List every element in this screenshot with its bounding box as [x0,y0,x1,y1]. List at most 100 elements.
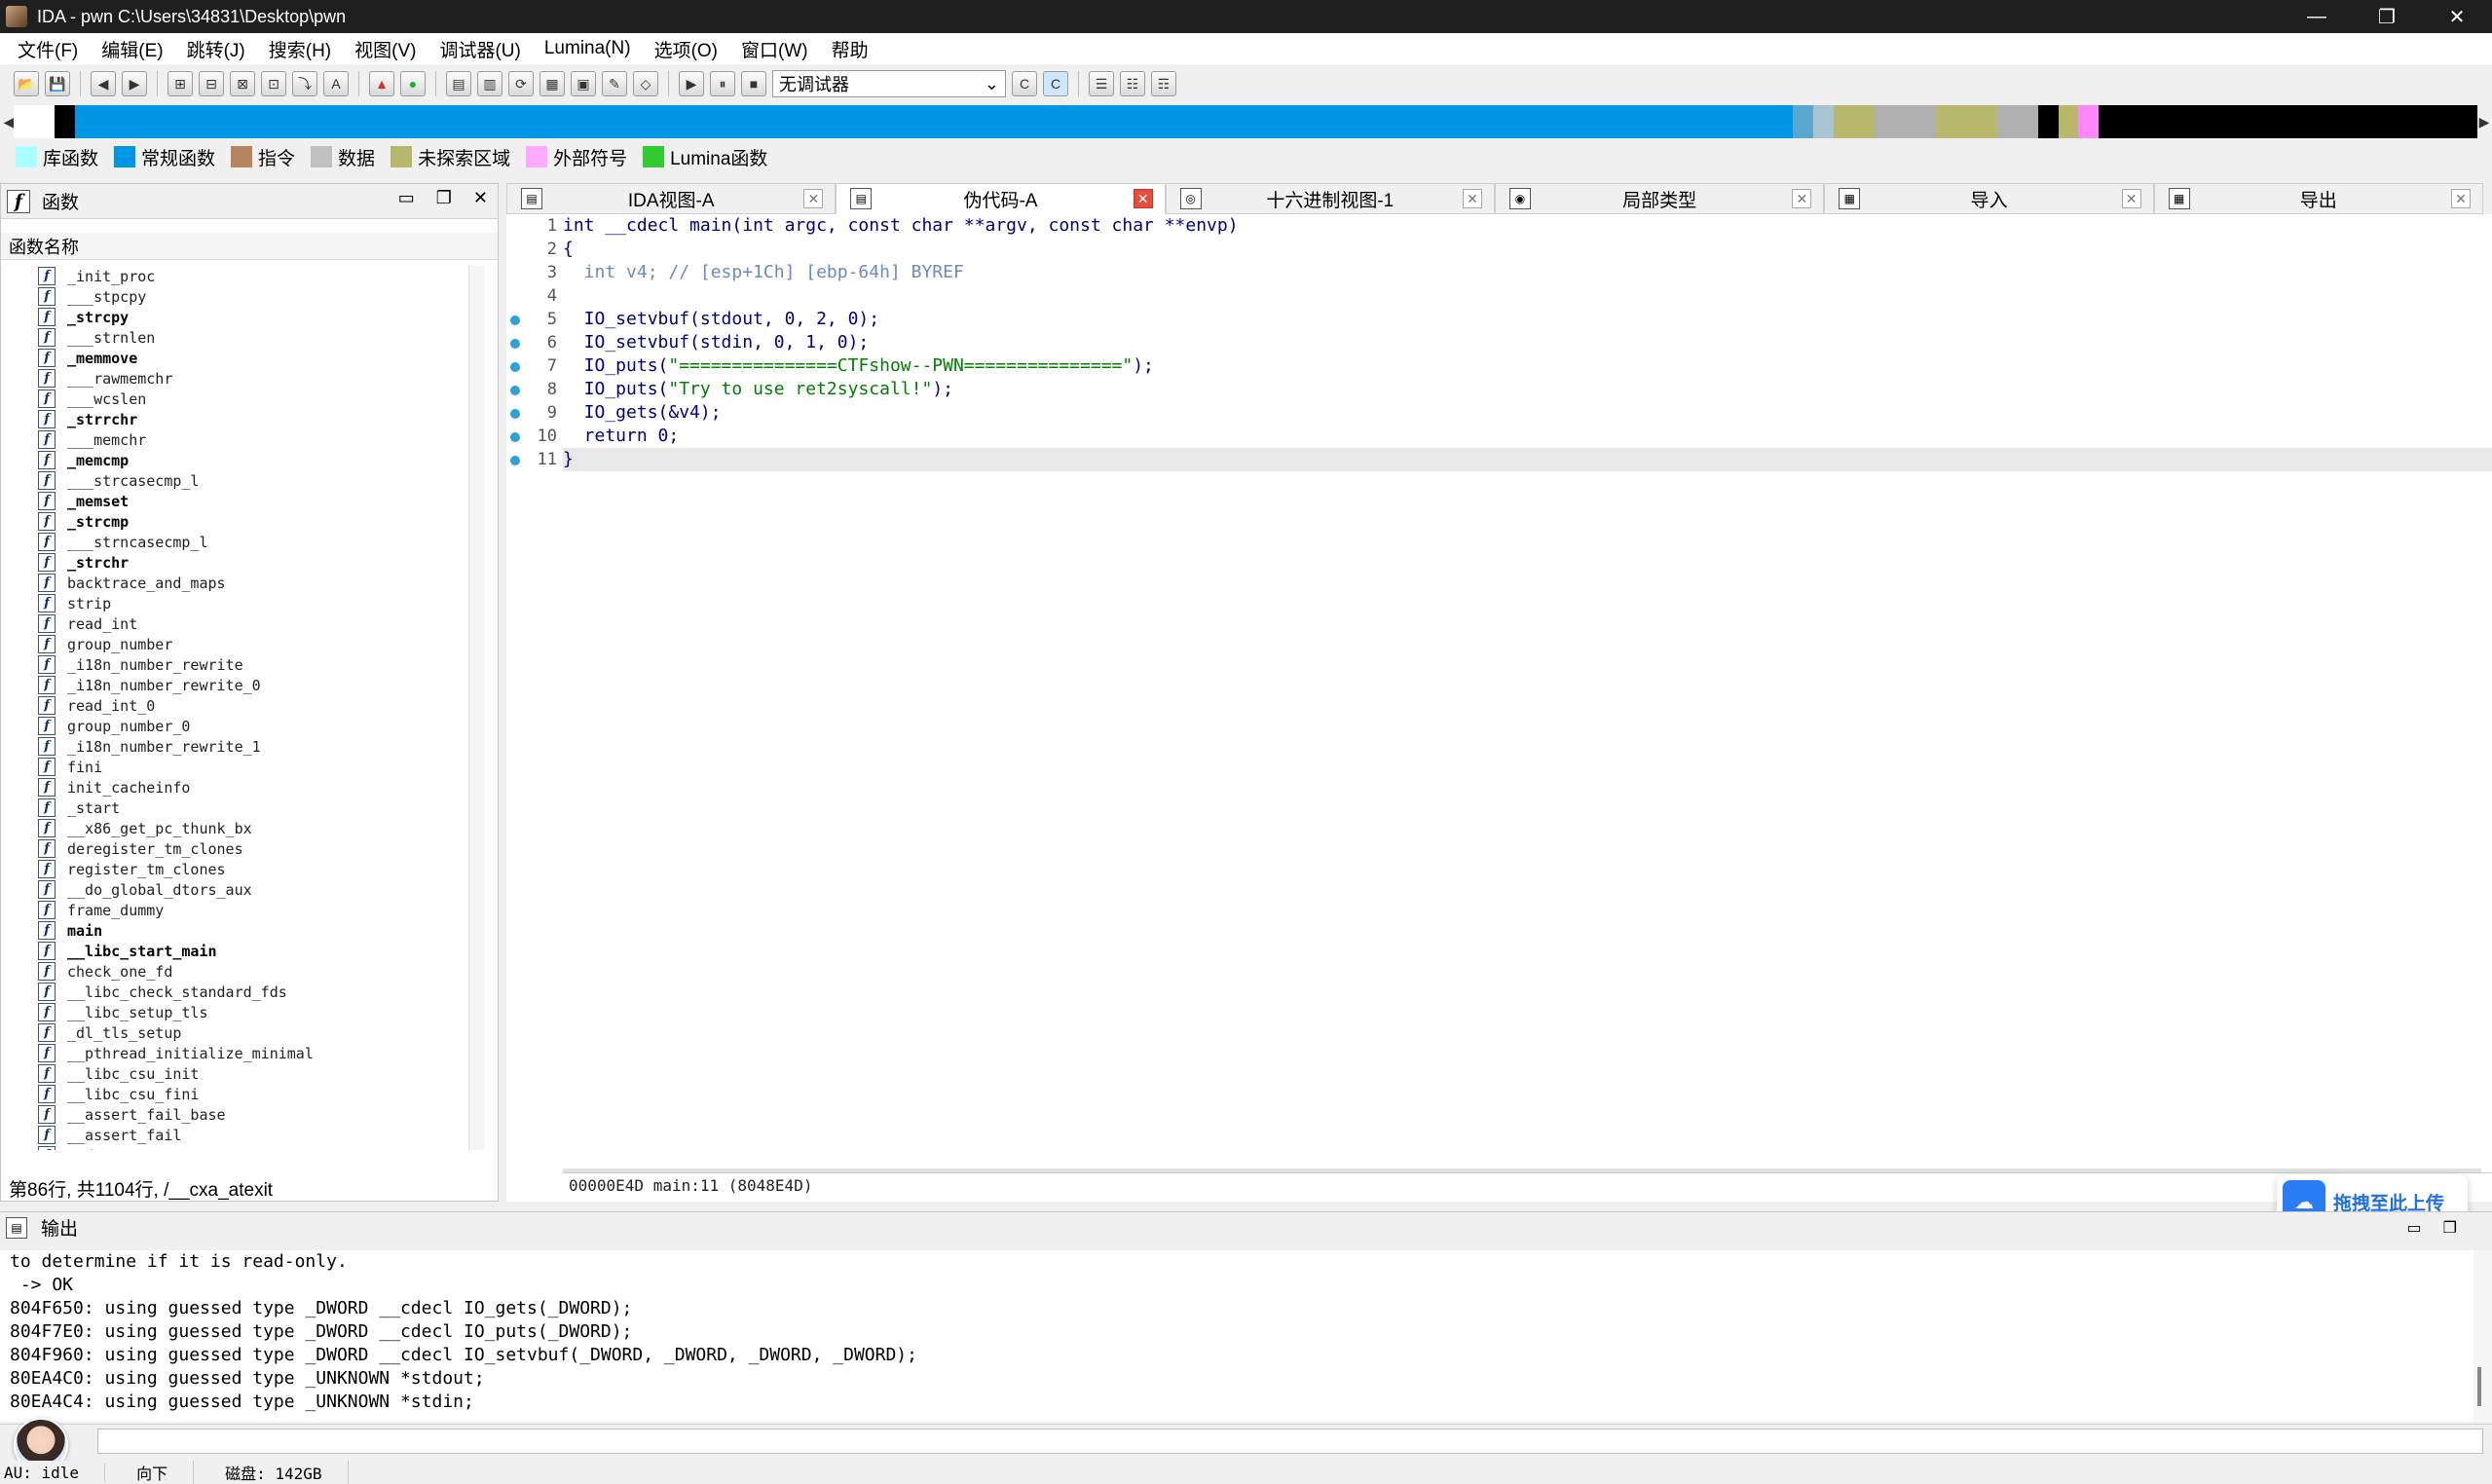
menu-help[interactable]: 帮助 [820,36,880,62]
close-button[interactable]: ✕ [2422,0,2492,33]
function-list-item[interactable]: f_memcmp. [1,450,468,470]
pseudocode-view[interactable]: 1 2 3 4 5 6 7 8 9 10 11 int __cdecl main(int argc,… [506,214,2492,1202]
function-list-item[interactable]: f___strncasecmp_l. [1,532,468,552]
segment-list-icon[interactable]: ▤ [446,71,471,96]
function-list-item[interactable]: fframe_dummy. [1,900,468,920]
function-list-item[interactable]: f__assert_fail. [1,1125,468,1145]
lumina-green-icon[interactable]: ● [400,71,426,96]
pause-icon[interactable]: ⏸ [710,71,735,96]
menu-edit[interactable]: 编辑(E) [90,36,174,62]
function-list-item[interactable]: fstrip. [1,593,468,613]
tab-5[interactable]: ▦ 导入 ✕ [1824,183,2154,214]
tab-close-icon[interactable]: ✕ [1462,189,1482,208]
function-list-item[interactable]: f_memmove. [1,348,468,368]
function-list-item[interactable]: fbacktrace_and_maps. [1,573,468,593]
tab-close-icon[interactable]: ✕ [1792,189,1812,208]
function-list-item[interactable]: f_start. [1,798,468,818]
panel-minimize-icon[interactable]: ▭ [398,188,415,208]
code-line[interactable]: IO_gets(&v4); [563,401,2492,425]
function-list-item[interactable]: fcheck_one_fd. [1,961,468,982]
menu-search[interactable]: 搜索(H) [257,36,343,62]
function-list-item[interactable]: f__libc_csu_fini. [1,1084,468,1104]
panel-float-icon[interactable]: ❐ [436,188,452,208]
code-line[interactable]: return 0; [563,425,2492,448]
menu-jump[interactable]: 跳转(J) [175,36,257,62]
function-list-item[interactable]: fmain. [1,920,468,941]
tab-close-icon[interactable]: ✕ [2121,189,2141,208]
pseudocode-lines[interactable]: int __cdecl main(int argc, const char **… [563,214,2492,471]
output-scroll-thumb[interactable] [2477,1367,2481,1406]
menu-debugger[interactable]: 调试器(U) [428,36,532,62]
tab-close-icon[interactable]: ✕ [2450,189,2471,208]
line-marker-dot[interactable] [510,432,520,442]
tab-4[interactable]: ◉ 局部类型 ✕ [1494,183,1825,214]
code-line[interactable]: IO_setvbuf(stdout, 0, 2, 0); [563,308,2492,331]
struct-icon[interactable]: ⊡ [261,71,286,96]
menu-file[interactable]: 文件(F) [6,36,90,62]
open-folder-icon[interactable]: 📂 [14,71,39,96]
maximize-button[interactable]: ❐ [2352,0,2422,33]
output-float-icon[interactable]: ❐ [2443,1218,2457,1238]
patch-icon[interactable]: ◇ [633,71,658,96]
tab-2[interactable]: ▤ 伪代码-A ✕ [836,183,1166,214]
decompile-icon[interactable]: C [1012,71,1037,96]
function-list-item[interactable]: f_init_proc. [1,266,468,286]
function-list-item[interactable]: f__libc_csu_init. [1,1063,468,1084]
function-list-item[interactable]: f_strrchr. [1,409,468,429]
jump-down-icon[interactable]: ⤵ [292,71,317,96]
data-segment-icon[interactable]: ⊟ [199,71,224,96]
function-list-item[interactable]: f___wcslen. [1,389,468,409]
code-line[interactable]: { [563,238,2492,261]
forward-arrow-icon[interactable]: ▶ [122,71,147,96]
decompile-active-icon[interactable]: C [1043,71,1068,96]
code-line[interactable]: IO_puts("Try to use ret2syscall!"); [563,378,2492,401]
line-marker-dot[interactable] [510,315,520,325]
layout-icon[interactable]: ▦ [539,71,565,96]
function-list-item[interactable]: fgroup_number_0. [1,716,468,736]
back-arrow-icon[interactable]: ◀ [91,71,116,96]
function-list-item[interactable]: f_i18n_number_rewrite_1. [1,736,468,757]
menu-windows[interactable]: 窗口(W) [729,36,820,62]
output-scrollbar[interactable] [2473,1250,2492,1422]
line-marker-dot[interactable] [510,339,520,349]
function-list-item[interactable]: finit_cacheinfo. [1,777,468,798]
navigation-band[interactable] [14,105,2477,138]
function-list-item[interactable]: fgroup_number. [1,634,468,654]
function-list-item[interactable]: f__pthread_initialize_minimal. [1,1043,468,1063]
code-line[interactable]: IO_puts("===============CTFshow--PWN====… [563,354,2492,378]
function-list-item[interactable]: f___strnlen. [1,327,468,348]
function-list-item[interactable]: f__do_global_dtors_aux. [1,879,468,900]
menu-options[interactable]: 选项(O) [643,36,729,62]
tab-close-icon[interactable]: ✕ [1133,189,1153,208]
function-list-item[interactable]: f_strchr. [1,552,468,573]
breakpoint-toggle-icon[interactable]: ☷ [1120,71,1145,96]
code-line[interactable]: IO_setvbuf(stdin, 0, 1, 0); [563,331,2492,354]
panel-close-icon[interactable]: ✕ [473,188,488,208]
code-line[interactable]: int v4; // [esp+1Ch] [ebp-64h] BYREF [563,261,2492,284]
line-marker-dot[interactable] [510,409,520,419]
function-list-item[interactable]: f__dcgettext. [1,1145,468,1150]
function-list-item[interactable]: f_strcmp. [1,511,468,532]
function-list-item[interactable]: f__libc_setup_tls. [1,1002,468,1022]
function-list-item[interactable]: fread_int_0. [1,695,468,716]
function-list-item[interactable]: fderegister_tm_clones. [1,838,468,859]
breakpoint-list-icon[interactable]: ☰ [1089,71,1114,96]
function-list-item[interactable]: f_i18n_number_rewrite. [1,654,468,675]
code-line[interactable]: int __cdecl main(int argc, const char **… [563,214,2492,238]
minimize-button[interactable]: — [2282,0,2352,33]
menu-view[interactable]: 视图(V) [343,36,428,62]
cross-ref-icon[interactable]: ⟳ [508,71,534,96]
names-list-icon[interactable]: ▥ [477,71,502,96]
code-line[interactable] [563,284,2492,308]
unexplored-icon[interactable]: ⊠ [230,71,255,96]
function-list-item[interactable]: f__x86_get_pc_thunk_bx. [1,818,468,838]
run-icon[interactable]: ▶ [679,71,704,96]
function-list-item[interactable]: fread_int. [1,613,468,634]
edit-icon[interactable]: ✎ [602,71,627,96]
string-icon[interactable]: A [323,71,349,96]
function-list-item[interactable]: f__libc_start_main. [1,941,468,961]
line-marker-dot[interactable] [510,362,520,372]
function-list-item[interactable]: f_strcpy. [1,307,468,327]
tab-6[interactable]: ▦ 导出 ✕ [2153,183,2483,214]
function-list-item[interactable]: f___memchr. [1,429,468,450]
